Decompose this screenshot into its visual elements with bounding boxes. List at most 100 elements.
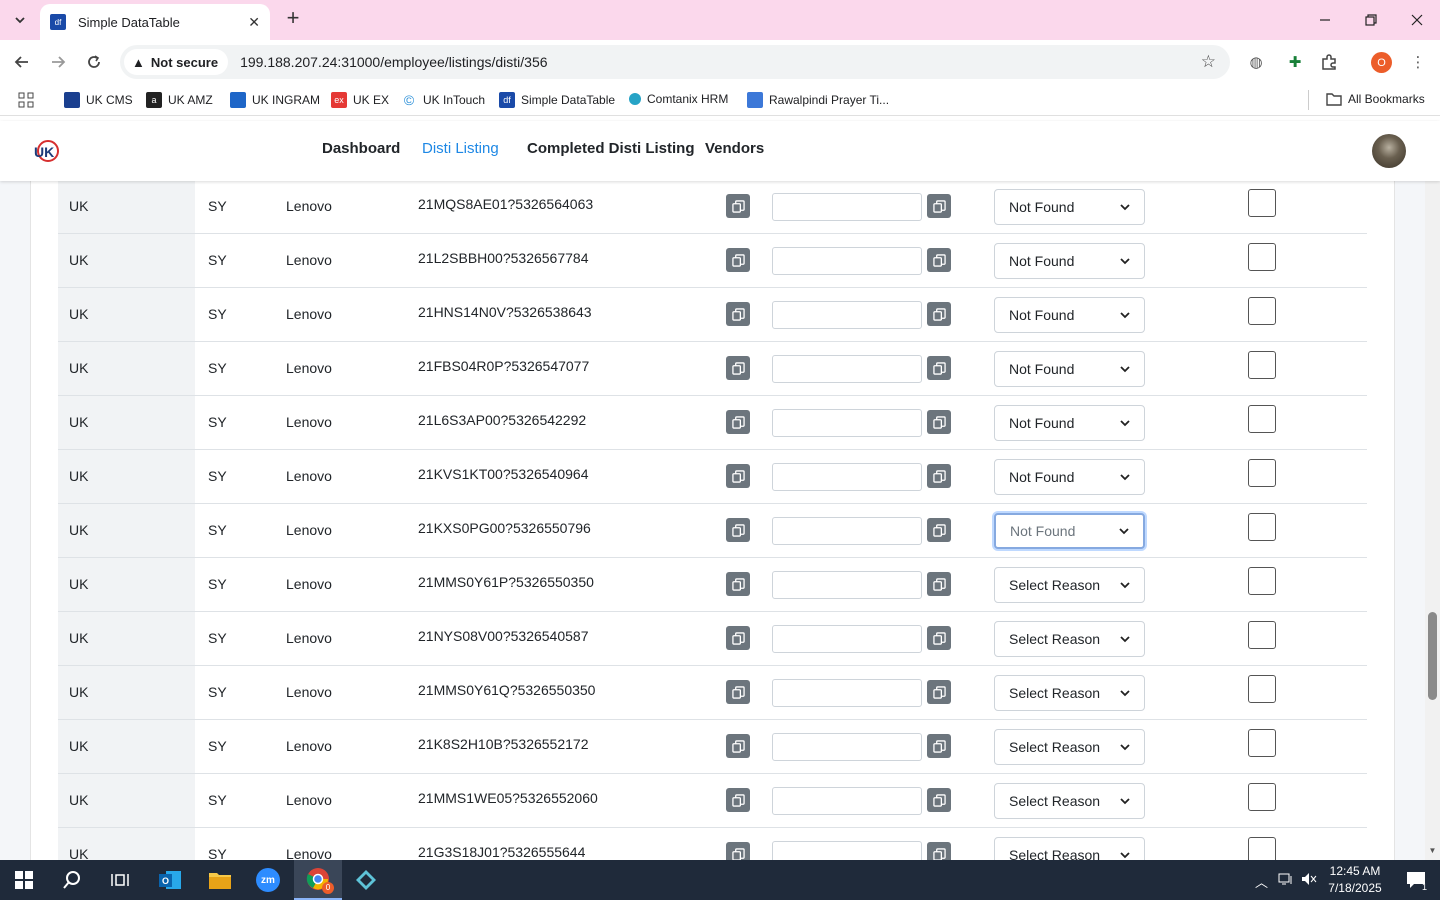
site-info-chip[interactable]: ▲ Not secure [124,49,229,75]
price-input[interactable] [772,463,922,491]
copy-sku-button[interactable] [726,248,750,272]
user-avatar[interactable] [1372,134,1406,168]
address-bar[interactable]: ▲ Not secure 199.188.207.24:31000/employ… [120,45,1230,79]
copy-sku-button[interactable] [726,680,750,704]
paste-button[interactable] [927,194,951,218]
price-input[interactable] [772,841,922,860]
bookmark-rawalpindi-prayer[interactable]: Rawalpindi Prayer Ti... [747,92,889,108]
reason-select[interactable]: Select Reason [994,729,1145,765]
bookmark-simple-datatable[interactable]: df Simple DataTable [499,92,615,108]
paste-button[interactable] [927,518,951,542]
nav-completed-disti-listing[interactable]: Completed Disti Listing [527,140,695,157]
row-checkbox[interactable] [1248,837,1276,860]
reason-select[interactable]: Not Found [994,405,1145,441]
copy-sku-button[interactable] [726,572,750,596]
copy-sku-button[interactable] [726,194,750,218]
row-checkbox[interactable] [1248,621,1276,649]
reason-select[interactable]: Not Found [994,459,1145,495]
copy-sku-button[interactable] [726,356,750,380]
reason-select[interactable]: Not Found [994,243,1145,279]
forward-button[interactable] [46,50,70,74]
bookmark-uk-ex[interactable]: ex UK EX [331,92,389,108]
reason-select[interactable]: Select Reason [994,837,1145,860]
price-input[interactable] [772,409,922,437]
paste-button[interactable] [927,626,951,650]
system-clock[interactable]: 12:45 AM 7/18/2025 [1320,863,1390,897]
bookmark-star-icon[interactable]: ☆ [1201,52,1216,72]
price-input[interactable] [772,571,922,599]
start-button[interactable] [0,860,48,900]
paste-button[interactable] [927,788,951,812]
row-checkbox[interactable] [1248,297,1276,325]
search-button[interactable] [48,860,96,900]
row-checkbox[interactable] [1248,189,1276,217]
price-input[interactable] [772,247,922,275]
page-scrollbar-track[interactable] [1425,121,1440,860]
price-input[interactable] [772,193,922,221]
copy-sku-button[interactable] [726,518,750,542]
price-input[interactable] [772,301,922,329]
file-explorer-app[interactable] [196,860,244,900]
nav-disti-listing[interactable]: Disti Listing [422,140,499,157]
paste-button[interactable] [927,464,951,488]
paste-button[interactable] [927,842,951,860]
reason-select[interactable]: Select Reason [994,621,1145,657]
row-checkbox[interactable] [1248,243,1276,271]
chrome-app[interactable]: 0 [294,860,342,900]
url-text[interactable]: 199.188.207.24:31000/employee/listings/d… [240,54,1201,70]
copy-sku-button[interactable] [726,410,750,434]
browser-menu-icon[interactable]: ⋮ [1407,51,1429,73]
tab-search-button[interactable] [6,8,34,32]
price-input[interactable] [772,625,922,653]
row-checkbox[interactable] [1248,459,1276,487]
nav-dashboard[interactable]: Dashboard [322,140,400,157]
row-checkbox[interactable] [1248,675,1276,703]
bookmark-comtanix-hrm[interactable]: Comtanix HRM [629,92,728,106]
zoom-app[interactable]: zm [244,860,292,900]
copy-sku-button[interactable] [726,464,750,488]
row-checkbox[interactable] [1248,513,1276,541]
price-input[interactable] [772,355,922,383]
outlook-app[interactable]: O [146,860,194,900]
restore-button[interactable] [1356,8,1386,32]
price-input[interactable] [772,517,922,545]
extensions-icon[interactable] [1318,51,1340,73]
copy-sku-button[interactable] [726,626,750,650]
close-window-button[interactable] [1402,8,1432,32]
translate-globe-icon[interactable]: ◍ [1245,51,1267,73]
close-tab-icon[interactable]: ✕ [248,14,260,31]
bookmark-uk-intouch[interactable]: © UK InTouch [401,92,485,108]
reason-select[interactable]: Not Found [994,297,1145,333]
reason-select[interactable]: Not Found [994,351,1145,387]
row-checkbox[interactable] [1248,405,1276,433]
app-diamond[interactable] [342,860,390,900]
browser-tab-active[interactable]: df Simple DataTable ✕ [40,4,270,40]
paste-button[interactable] [927,302,951,326]
paste-button[interactable] [927,356,951,380]
paste-button[interactable] [927,248,951,272]
network-icon[interactable] [1278,872,1294,889]
row-checkbox[interactable] [1248,729,1276,757]
nav-vendors[interactable]: Vendors [705,140,764,157]
tray-chevron-up-icon[interactable]: ︿ [1255,872,1268,891]
uk-logo-icon[interactable]: UK [32,137,60,165]
copy-sku-button[interactable] [726,734,750,758]
copy-sku-button[interactable] [726,302,750,326]
row-checkbox[interactable] [1248,351,1276,379]
volume-muted-icon[interactable] [1301,872,1317,889]
extension-puzzle-plus-icon[interactable]: ✚ [1284,51,1306,73]
paste-button[interactable] [927,734,951,758]
reason-select[interactable]: Select Reason [994,567,1145,603]
copy-sku-button[interactable] [726,788,750,812]
price-input[interactable] [772,733,922,761]
apps-grid-icon[interactable] [18,92,34,108]
bookmark-uk-amz[interactable]: a UK AMZ [146,92,213,108]
paste-button[interactable] [927,680,951,704]
reload-button[interactable] [82,50,106,74]
new-tab-button[interactable]: + [282,7,304,30]
all-bookmarks-folder[interactable]: All Bookmarks [1326,92,1425,106]
reason-select[interactable]: Select Reason [994,783,1145,819]
paste-button[interactable] [927,572,951,596]
bookmark-uk-cms[interactable]: UK CMS [64,92,133,108]
price-input[interactable] [772,679,922,707]
